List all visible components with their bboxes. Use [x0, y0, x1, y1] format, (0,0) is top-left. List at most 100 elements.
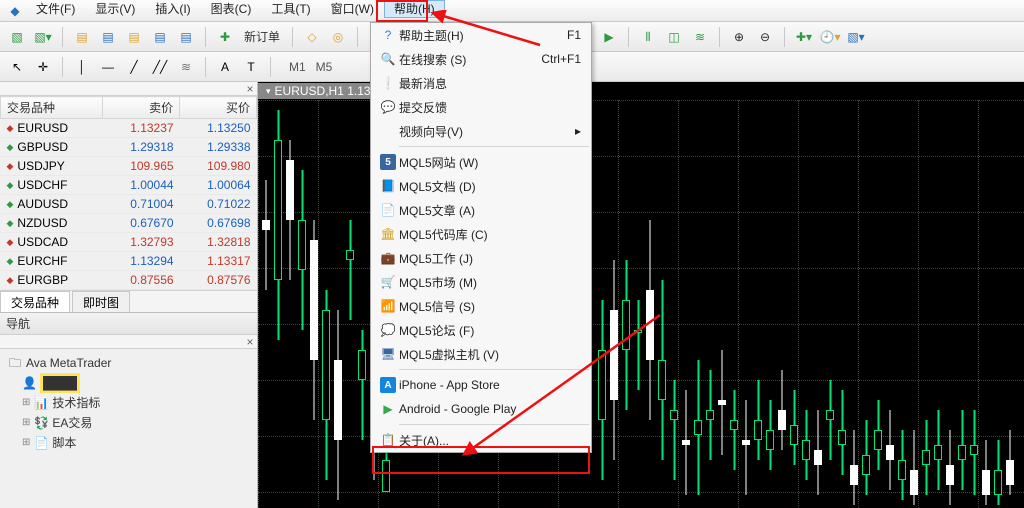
navigator-tree: 🗀Ava MetaTrader 👤████ ⊞📊技术指标⊞💱EA交易⊞📄脚本 — [0, 349, 257, 457]
help-menu-item[interactable]: 💬提交反馈 — [371, 95, 591, 119]
market-row[interactable]: EURGBP0.875560.87576 — [1, 271, 257, 290]
candle — [898, 100, 906, 508]
navigator-title: 导航 — [0, 313, 257, 335]
tab-symbols[interactable]: 交易品种 — [0, 291, 70, 312]
zoom-out-icon[interactable]: ⊖ — [754, 26, 776, 48]
help-menu-item[interactable]: 📋关于(A)... — [371, 428, 591, 452]
options-icon[interactable]: ◎ — [327, 26, 349, 48]
menu-item-icon: 📘 — [377, 179, 399, 193]
hline-icon[interactable]: ― — [97, 56, 119, 78]
candle — [598, 100, 606, 508]
line-icon[interactable]: ≋ — [689, 26, 711, 48]
help-menu-item[interactable]: 🏛MQL5代码库 (C) — [371, 222, 591, 246]
candle — [346, 100, 354, 508]
candle — [322, 100, 330, 508]
fibo-icon[interactable]: ≋ — [175, 56, 197, 78]
market-row[interactable]: USDCAD1.327931.32818 — [1, 233, 257, 252]
folder-icon: 🗀 — [8, 353, 22, 373]
vline-icon[interactable]: │ — [71, 56, 93, 78]
help-menu-item[interactable]: 💭MQL5论坛 (F) — [371, 318, 591, 342]
menubar: ◆ 文件(F)显示(V)插入(I)图表(C)工具(T)窗口(W)帮助(H) — [0, 0, 1024, 22]
candle — [286, 100, 294, 508]
market-watch-icon[interactable]: ▤ — [71, 26, 93, 48]
templates-icon[interactable]: ▧▾ — [845, 26, 867, 48]
menu-文件[interactable]: 文件(F) — [26, 0, 85, 18]
market-row[interactable]: EURCHF1.132941.13317 — [1, 252, 257, 271]
help-menu-item[interactable]: 📘MQL5文档 (D) — [371, 174, 591, 198]
market-row[interactable]: EURUSD1.132371.13250 — [1, 119, 257, 138]
trendline-icon[interactable]: ╱ — [123, 56, 145, 78]
menu-显示[interactable]: 显示(V) — [85, 0, 145, 18]
candle — [658, 100, 666, 508]
help-menu-item[interactable]: 视频向导(V)▸ — [371, 119, 591, 143]
menu-图表[interactable]: 图表(C) — [201, 0, 262, 18]
new-order-label[interactable]: 新订单 — [240, 28, 284, 45]
candle — [886, 100, 894, 508]
menu-窗口[interactable]: 窗口(W) — [321, 0, 384, 18]
profiles-icon[interactable]: ▧▾ — [32, 26, 54, 48]
col-ask[interactable]: 买价 — [180, 97, 257, 119]
indicators-icon[interactable]: ✚▾ — [793, 26, 815, 48]
menu-帮助[interactable]: 帮助(H) — [384, 0, 445, 18]
zoom-in-icon[interactable]: ⊕ — [728, 26, 750, 48]
nav-account[interactable]: 👤████ — [22, 373, 249, 393]
help-menu-item[interactable]: ❕最新消息 — [371, 71, 591, 95]
nav-item-icon: 💱 — [34, 413, 48, 433]
nav-item[interactable]: ⊞📄脚本 — [22, 433, 249, 453]
help-menu-item[interactable]: 🔍在线搜索 (S)Ctrl+F1 — [371, 47, 591, 71]
candle — [838, 100, 846, 508]
tf-m1[interactable]: M1 — [289, 60, 306, 74]
help-menu-item[interactable]: 📄MQL5文章 (A) — [371, 198, 591, 222]
candles-icon[interactable]: ◫ — [663, 26, 685, 48]
help-menu-item[interactable]: ▶Android - Google Play — [371, 397, 591, 421]
menu-item-icon: 🛒 — [377, 275, 399, 289]
terminal-icon[interactable]: ▤ — [149, 26, 171, 48]
candle — [646, 100, 654, 508]
market-row[interactable]: USDJPY109.965109.980 — [1, 157, 257, 176]
menu-item-icon: 📶 — [377, 299, 399, 313]
nav-item[interactable]: ⊞💱EA交易 — [22, 413, 249, 433]
candle — [670, 100, 678, 508]
col-symbol[interactable]: 交易品种 — [1, 97, 103, 119]
new-order-icon[interactable]: ✚ — [214, 26, 236, 48]
text-icon[interactable]: A — [214, 56, 236, 78]
menu-工具[interactable]: 工具(T) — [261, 0, 320, 18]
help-menu-item[interactable]: 📶MQL5信号 (S) — [371, 294, 591, 318]
channel-icon[interactable]: ╱╱ — [149, 56, 171, 78]
menu-插入[interactable]: 插入(I) — [145, 0, 200, 18]
nav-root[interactable]: 🗀Ava MetaTrader — [8, 353, 249, 373]
close-icon[interactable]: × — [243, 335, 257, 349]
market-row[interactable]: AUDUSD0.710040.71022 — [1, 195, 257, 214]
help-menu-item[interactable]: 5MQL5网站 (W) — [371, 150, 591, 174]
navigator-icon[interactable]: ▤ — [123, 26, 145, 48]
market-row[interactable]: GBPUSD1.293181.29338 — [1, 138, 257, 157]
market-row[interactable]: USDCHF1.000441.00064 — [1, 176, 257, 195]
help-menu-item[interactable]: 🛒MQL5市场 (M) — [371, 270, 591, 294]
tab-tick[interactable]: 即时图 — [72, 291, 130, 312]
periods-icon[interactable]: 🕘▾ — [819, 26, 841, 48]
meta-editor-icon[interactable]: ◇ — [301, 26, 323, 48]
col-bid[interactable]: 卖价 — [103, 97, 180, 119]
menu-item-icon: 🔍 — [377, 52, 399, 66]
market-row[interactable]: NZDUSD0.676700.67698 — [1, 214, 257, 233]
close-icon[interactable]: × — [243, 82, 257, 96]
help-menu-item[interactable]: 🖥MQL5虚拟主机 (V) — [371, 342, 591, 366]
nav-item-icon: 📄 — [34, 433, 48, 453]
menu-item-icon: 💼 — [377, 251, 399, 265]
help-menu-item[interactable]: ?帮助主题(H)F1 — [371, 23, 591, 47]
data-window-icon[interactable]: ▤ — [97, 26, 119, 48]
help-menu-item[interactable]: AiPhone - App Store — [371, 373, 591, 397]
autotrading-icon[interactable]: ▶ — [598, 26, 620, 48]
tf-m5[interactable]: M5 — [316, 60, 333, 74]
text-label-icon[interactable]: T — [240, 56, 262, 78]
help-menu-item[interactable]: 💼MQL5工作 (J) — [371, 246, 591, 270]
strategy-tester-icon[interactable]: ▤ — [175, 26, 197, 48]
new-chart-icon[interactable]: ▧ — [6, 26, 28, 48]
nav-item[interactable]: ⊞📊技术指标 — [22, 393, 249, 413]
menu-item-icon: 💬 — [377, 100, 399, 114]
crosshair-icon[interactable]: ✛ — [32, 56, 54, 78]
bars-icon[interactable]: ⫴ — [637, 26, 659, 48]
candle — [946, 100, 954, 508]
market-tabs: 交易品种 即时图 — [0, 290, 257, 312]
cursor-icon[interactable]: ↖ — [6, 56, 28, 78]
